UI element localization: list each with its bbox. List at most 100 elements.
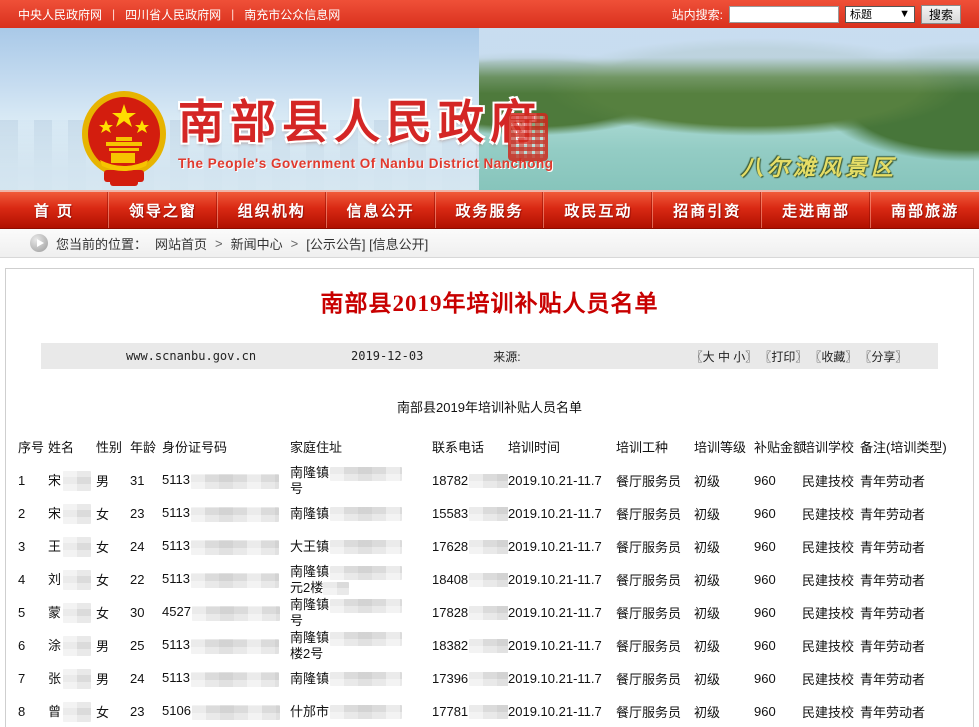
article-container: 南部县2019年培训补贴人员名单 www.scnanbu.gov.cn 2019…: [5, 268, 974, 727]
cell-trade: 餐厅服务员: [616, 639, 682, 654]
link-divider: |: [112, 7, 116, 21]
link-nanchong-info[interactable]: 南充市公众信息网: [244, 6, 340, 23]
header-serial: 序号: [18, 440, 45, 455]
search-category-value: 标题: [849, 9, 872, 21]
redacted-phone: [469, 639, 508, 654]
cell-name: 蒙: [48, 596, 96, 629]
redacted-phone: [469, 540, 508, 555]
nav-item-public-interaction[interactable]: 政民互动: [544, 192, 654, 228]
breadcrumb-news-center[interactable]: 新闻中心: [231, 234, 283, 253]
nav-item-gov-services[interactable]: 政务服务: [436, 192, 545, 228]
redacted-name: [63, 603, 92, 624]
cell-serial: 4: [18, 572, 26, 587]
cell-training-time: 2019.10.21-11.7: [508, 704, 602, 719]
breadcrumb-current-category[interactable]: [公示公告] [信息公开]: [306, 234, 428, 253]
font-size-controls[interactable]: 〖大 中 小〗: [691, 348, 758, 365]
breadcrumb-separator: >: [215, 235, 223, 251]
link-sichuan-gov[interactable]: 四川省人民政府网: [125, 6, 221, 23]
cell-name: 王: [48, 530, 96, 563]
cell-subsidy-amount: 960: [754, 473, 776, 488]
subsidy-roster-table: 序号 姓名 性别 年龄 身份证号码 家庭住址 联系电话 培训时间 培训工种 培训…: [18, 437, 979, 727]
site-banner: 八尔滩风景区 南部县人民政府 The People's Government O…: [0, 28, 979, 192]
nav-item-investment[interactable]: 招商引资: [653, 192, 763, 228]
cell-training-time: 2019.10.21-11.7: [508, 539, 602, 554]
header-level: 培训等级: [694, 440, 747, 455]
search-input[interactable]: [728, 5, 839, 23]
nav-item-about-nanbu[interactable]: 走进南部: [762, 192, 872, 228]
search-label: 站内搜索:: [671, 7, 723, 22]
nav-item-tourism[interactable]: 南部旅游: [871, 192, 979, 228]
cell-gender: 男: [96, 474, 110, 489]
print-button[interactable]: 〖打印〗: [759, 348, 807, 365]
cell-gender: 女: [96, 606, 110, 621]
site-domain: www.scnanbu.gov.cn: [126, 349, 257, 363]
source-label: 来源:: [493, 349, 521, 364]
play-circle-icon: [30, 234, 48, 252]
header-training-time: 培训时间: [508, 440, 561, 455]
cell-serial: 2: [18, 506, 26, 521]
cell-address: 南隆镇: [290, 497, 432, 530]
cell-trade: 餐厅服务员: [616, 672, 682, 687]
cell-address: 南隆镇 号: [290, 464, 432, 497]
cell-trade: 餐厅服务员: [616, 573, 682, 588]
cell-school: 民建技校: [802, 639, 855, 654]
address-line2: 号: [290, 480, 304, 496]
breadcrumb: 您当前的位置： 网站首页 > 新闻中心 > [公示公告] [信息公开]: [0, 229, 979, 258]
cell-note: 青年劳动者: [860, 573, 926, 588]
redacted-address2: [323, 581, 350, 595]
redacted-id: [190, 473, 279, 489]
cell-name: 宋: [48, 464, 96, 497]
search-category-select[interactable]: 标题 ▼: [844, 5, 915, 23]
cell-age: 23: [130, 506, 145, 521]
table-row: 1 宋 男 31 5113 南隆镇 号 18782 2019.10.21-11.…: [18, 464, 979, 497]
cell-school: 民建技校: [802, 672, 855, 687]
redacted-id: [190, 671, 279, 687]
redacted-name: [63, 471, 92, 492]
nav-item-home[interactable]: 首 页: [0, 192, 109, 228]
table-header-row: 序号 姓名 性别 年龄 身份证号码 家庭住址 联系电话 培训时间 培训工种 培训…: [18, 437, 979, 464]
page-title: 南部县2019年培训补贴人员名单: [320, 291, 659, 316]
link-central-gov[interactable]: 中央人民政府网: [18, 6, 102, 23]
cell-phone: 17828: [432, 596, 508, 629]
cell-subsidy-amount: 960: [754, 704, 776, 719]
cell-name: 曾: [48, 695, 96, 727]
cell-training-time: 2019.10.21-11.7: [508, 473, 602, 488]
link-divider: |: [231, 7, 235, 21]
redacted-id: [190, 506, 279, 522]
table-row: 2 宋 女 23 5113 南隆镇 15583 2019.10.21-11.7 …: [18, 497, 979, 530]
cell-level: 初级: [694, 705, 721, 720]
nav-item-organization[interactable]: 组织机构: [218, 192, 327, 228]
cell-note: 青年劳动者: [860, 672, 926, 687]
share-button[interactable]: 〖分享〗: [859, 348, 907, 365]
cell-id-number: 4527: [162, 596, 290, 629]
redacted-name: [63, 636, 92, 657]
redacted-address: [330, 705, 403, 720]
cell-level: 初级: [694, 474, 721, 489]
favorite-button[interactable]: 〖收藏〗: [809, 348, 857, 365]
national-emblem-icon: [82, 91, 166, 186]
cell-name: 涂: [48, 629, 96, 662]
cell-phone: 17781: [432, 695, 508, 727]
cell-level: 初级: [694, 672, 721, 687]
redacted-phone: [469, 474, 508, 489]
breadcrumb-home[interactable]: 网站首页: [155, 234, 207, 253]
redacted-phone: [469, 606, 508, 621]
cell-age: 25: [130, 638, 145, 653]
redacted-name: [63, 570, 92, 591]
cell-address: 南隆镇 元2楼: [290, 563, 432, 596]
cell-level: 初级: [694, 540, 721, 555]
cell-id-number: 5113: [162, 497, 290, 530]
table-row: 5 蒙 女 30 4527 南隆镇 号 17828 2019.10.21-11.…: [18, 596, 979, 629]
redacted-address: [330, 631, 403, 646]
cell-subsidy-amount: 960: [754, 539, 776, 554]
redacted-address: [330, 598, 403, 613]
search-button[interactable]: 搜索: [920, 4, 961, 24]
cell-training-time: 2019.10.21-11.7: [508, 605, 602, 620]
cell-phone: 18782: [432, 464, 508, 497]
redacted-id: [190, 638, 279, 654]
redacted-address: [330, 466, 403, 481]
nav-item-leadership[interactable]: 领导之窗: [109, 192, 218, 228]
nav-item-info-disclosure[interactable]: 信息公开: [327, 192, 436, 228]
cell-serial: 7: [18, 671, 26, 686]
government-links: 中央人民政府网 | 四川省人民政府网 | 南充市公众信息网: [18, 6, 340, 23]
